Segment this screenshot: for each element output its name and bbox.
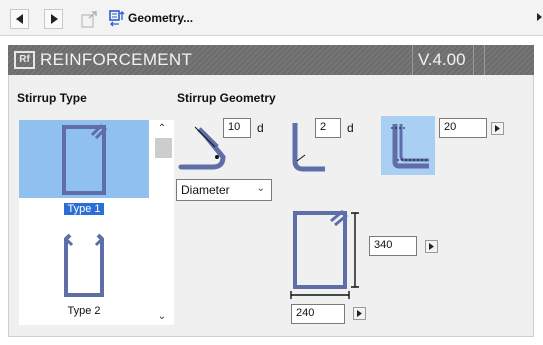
banner-divider xyxy=(412,45,413,75)
stirrup-type-heading: Stirrup Type xyxy=(17,91,87,105)
scroll-down-icon[interactable]: ⌄ xyxy=(155,310,169,322)
app-logo: Rf xyxy=(14,51,35,69)
hook-length-input[interactable]: 10 xyxy=(223,118,251,138)
stirrup-type-item-2[interactable]: Type 2 xyxy=(19,222,149,317)
open-stirrup-icon xyxy=(64,233,104,297)
stirrup-geometry-heading: Stirrup Geometry xyxy=(177,91,276,105)
stirrup-type-label: Type 1 xyxy=(63,202,105,216)
stirrup-type-label: Type 2 xyxy=(67,305,101,317)
forward-button[interactable] xyxy=(44,9,63,29)
bend-radius-unit: d xyxy=(347,121,354,135)
hook-offset-spin-button[interactable] xyxy=(491,122,504,135)
spin-arrow-icon xyxy=(357,310,362,317)
bend-radius-input[interactable]: 2 xyxy=(315,118,341,138)
stirrup-type-list[interactable]: Type 1 Type 2 ⌃ ⌄ xyxy=(19,120,174,325)
height-spin-button[interactable] xyxy=(425,240,438,253)
toolbar: Geometry... xyxy=(0,0,543,36)
scrollbar-thumb[interactable] xyxy=(155,138,172,158)
dimension-mode-select[interactable]: Diameter ⌄ xyxy=(176,179,272,201)
width-input[interactable]: 240 xyxy=(291,304,345,324)
spin-arrow-icon xyxy=(495,125,500,132)
dimension-mode-value: Diameter xyxy=(181,183,230,197)
reinforcement-panel: Stirrup Type Stirrup Geometry Type 1 Typ… xyxy=(8,75,534,337)
geometry-icon xyxy=(108,10,124,27)
app-version: V.4.00 xyxy=(418,50,466,69)
scroll-up-icon[interactable]: ⌃ xyxy=(155,122,169,134)
hook-offset-icon[interactable] xyxy=(381,116,435,175)
more-icon[interactable] xyxy=(537,13,542,21)
export-button[interactable] xyxy=(80,9,99,29)
toolbar-title: Geometry... xyxy=(128,11,194,25)
back-button[interactable] xyxy=(10,9,29,29)
stirrup-dimension-drawing xyxy=(289,207,361,299)
stirrup-type-item-1[interactable]: Type 1 xyxy=(19,120,149,216)
export-icon xyxy=(81,11,97,28)
app-title: REINFORCEMENT xyxy=(40,50,193,69)
closed-stirrup-icon xyxy=(62,123,108,195)
width-spin-button[interactable] xyxy=(353,307,366,320)
banner-divider xyxy=(484,45,485,75)
height-input[interactable]: 340 xyxy=(369,236,417,256)
stirrup-type1-thumbnail xyxy=(19,120,149,198)
app-banner: Rf REINFORCEMENT V.4.00 xyxy=(8,45,534,75)
chevron-down-icon: ⌄ xyxy=(256,183,265,194)
stirrup-type-scrollbar[interactable]: ⌃ ⌄ xyxy=(151,120,173,325)
geometry-button[interactable] xyxy=(108,9,127,29)
hook-offset-input[interactable]: 20 xyxy=(439,118,487,138)
back-icon xyxy=(15,14,23,24)
spin-arrow-icon xyxy=(429,243,434,250)
banner-divider xyxy=(473,45,474,75)
stirrup-type2-thumbnail xyxy=(19,222,149,300)
forward-icon xyxy=(50,14,58,24)
hook-length-unit: d xyxy=(257,121,264,135)
